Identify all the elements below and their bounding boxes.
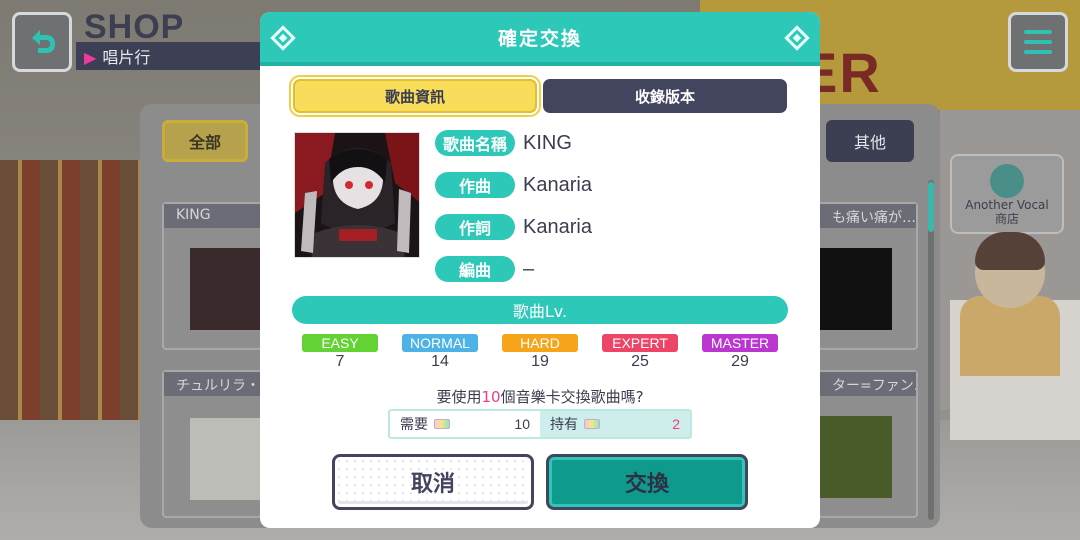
clerk-body bbox=[960, 296, 1060, 376]
page-subtitle: ▶ 唱片行 bbox=[84, 44, 150, 68]
music-card-icon bbox=[434, 419, 450, 429]
cost-owned-value: 2 bbox=[672, 416, 680, 432]
difficulty-level: 14 bbox=[431, 353, 449, 370]
song-card[interactable]: チュルリラ・ bbox=[162, 370, 262, 518]
jacket-artwork bbox=[295, 133, 419, 257]
lyricist-value: Kanaria bbox=[523, 215, 592, 238]
difficulty-master: MASTER 29 bbox=[702, 334, 778, 371]
difficulty-hard: HARD 19 bbox=[502, 334, 578, 371]
song-level-header: 歌曲Lv. bbox=[292, 296, 788, 324]
song-card-title: KING bbox=[164, 204, 260, 228]
song-card-jacket bbox=[820, 416, 892, 498]
another-vocal-shop-button[interactable]: Another Vocal 商店 bbox=[950, 154, 1064, 234]
difficulty-badge: HARD bbox=[502, 334, 578, 352]
song-card-title: ター=ファン… bbox=[820, 372, 916, 396]
song-card-jacket bbox=[820, 248, 892, 330]
arranger-value: – bbox=[523, 257, 535, 280]
arranger-row: 編曲 – bbox=[435, 256, 534, 282]
cost-summary: 需要 10 持有 2 bbox=[388, 409, 692, 439]
song-name-value: KING bbox=[523, 131, 572, 154]
cancel-button[interactable]: 取消 bbox=[332, 454, 534, 510]
song-name-row: 歌曲名稱 KING bbox=[435, 130, 572, 156]
another-vocal-label: Another Vocal 商店 bbox=[952, 198, 1062, 226]
difficulty-level: 29 bbox=[731, 353, 749, 370]
difficulty-badge: EXPERT bbox=[602, 334, 678, 352]
composer-value: Kanaria bbox=[523, 173, 592, 196]
hamburger-icon-line bbox=[1024, 30, 1052, 34]
music-card-icon bbox=[584, 419, 600, 429]
exchange-button[interactable]: 交換 bbox=[546, 454, 748, 510]
cost-required-value: 10 bbox=[514, 416, 530, 432]
cost-required-label: 需要 bbox=[400, 417, 428, 433]
scrollbar-thumb[interactable] bbox=[928, 182, 934, 232]
filter-all-button[interactable]: 全部 bbox=[162, 120, 248, 162]
difficulty-level: 25 bbox=[631, 353, 649, 370]
question-count: 10 bbox=[481, 388, 501, 406]
song-jacket-image bbox=[294, 132, 420, 258]
song-card-jacket bbox=[190, 418, 262, 500]
difficulty-badge: EASY bbox=[302, 334, 378, 352]
lyricist-label: 作詞 bbox=[435, 214, 515, 240]
menu-button[interactable] bbox=[1008, 12, 1068, 72]
cd-icon bbox=[990, 164, 1024, 198]
confirm-exchange-dialog: 確定交換 歌曲資訊 收錄版本 歌曲名稱 KING 作曲 Kanaria 作詞 K… bbox=[260, 12, 820, 528]
difficulty-badge: NORMAL bbox=[402, 334, 478, 352]
filter-other-button[interactable]: 其他 bbox=[826, 120, 914, 162]
question-suffix: 個音樂卡交換歌曲嗎? bbox=[500, 388, 644, 406]
back-arrow-icon bbox=[32, 30, 55, 53]
subtitle-text: 唱片行 bbox=[102, 48, 151, 67]
dialog-title: 確定交換 bbox=[497, 28, 582, 50]
song-card[interactable]: も痛い痛が… bbox=[818, 202, 918, 350]
question-prefix: 要使用 bbox=[436, 388, 482, 406]
record-shelf-left bbox=[0, 160, 150, 420]
exchange-question: 要使用10個音樂卡交換歌曲嗎? bbox=[260, 386, 820, 407]
back-button[interactable] bbox=[12, 12, 72, 72]
song-card-title: チュルリラ・ bbox=[164, 372, 260, 396]
arranger-label: 編曲 bbox=[435, 256, 515, 282]
song-card[interactable]: ター=ファン… bbox=[818, 370, 918, 518]
song-name-label: 歌曲名稱 bbox=[435, 130, 515, 156]
difficulty-level: 7 bbox=[335, 353, 345, 370]
lyricist-row: 作詞 Kanaria bbox=[435, 214, 592, 240]
difficulty-normal: NORMAL 14 bbox=[402, 334, 478, 371]
difficulty-level: 19 bbox=[531, 353, 549, 370]
tab-song-info[interactable]: 歌曲資訊 bbox=[293, 79, 537, 113]
cost-owned-label: 持有 bbox=[550, 417, 578, 433]
difficulty-badge: MASTER bbox=[702, 334, 778, 352]
cost-required: 需要 10 bbox=[390, 411, 540, 437]
composer-label: 作曲 bbox=[435, 172, 515, 198]
song-card[interactable]: KING bbox=[162, 202, 262, 350]
hamburger-icon-line bbox=[1024, 40, 1052, 44]
difficulty-easy: EASY 7 bbox=[302, 334, 378, 371]
another-vocal-subtitle: 商店 bbox=[994, 212, 1019, 226]
song-card-title: も痛い痛が… bbox=[820, 204, 916, 228]
composer-row: 作曲 Kanaria bbox=[435, 172, 592, 198]
difficulty-expert: EXPERT 25 bbox=[602, 334, 678, 371]
another-vocal-title: Another Vocal bbox=[965, 198, 1049, 212]
cost-owned: 持有 2 bbox=[540, 411, 690, 437]
song-card-jacket bbox=[190, 248, 262, 330]
hamburger-icon-line bbox=[1024, 50, 1052, 54]
play-triangle-icon: ▶ bbox=[84, 48, 97, 67]
tab-versions[interactable]: 收錄版本 bbox=[543, 79, 787, 113]
